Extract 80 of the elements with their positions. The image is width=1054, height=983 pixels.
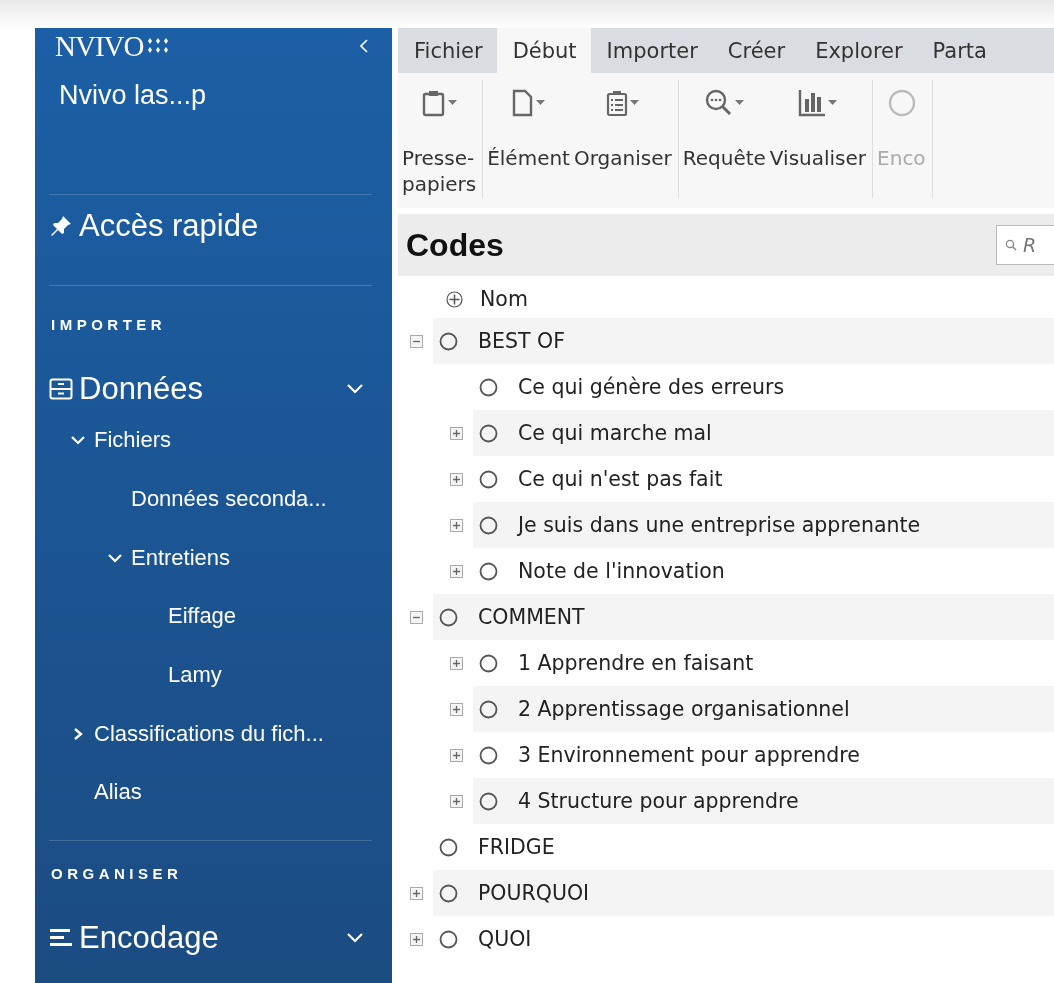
code-name[interactable]: Ce qui génère des erreurs — [518, 375, 785, 399]
nav-item[interactable]: Entretiens — [49, 528, 392, 588]
expand-icon[interactable] — [450, 426, 463, 440]
search-icon — [1005, 239, 1017, 251]
list-clipboard-icon — [606, 89, 629, 117]
code-circle-icon — [439, 929, 458, 949]
expand-icon[interactable] — [450, 748, 463, 762]
nav-item[interactable]: Fichiers — [49, 411, 392, 470]
ribbon-tab[interactable]: Début — [496, 28, 591, 73]
code-circle-icon — [439, 607, 458, 627]
expand-icon[interactable] — [410, 886, 423, 900]
ribbon-button[interactable]: Presse- papiers — [400, 80, 479, 198]
ribbon-tab[interactable]: Fichier — [398, 28, 497, 73]
code-circle-icon — [479, 469, 498, 489]
ribbon-button[interactable]: Élément — [485, 80, 572, 198]
drawer-icon — [49, 378, 73, 400]
caret-icon — [447, 100, 457, 106]
pin-icon — [49, 214, 73, 238]
nav-item[interactable]: Alias — [49, 763, 392, 822]
nav-item[interactable]: Classifications du fich... — [49, 704, 392, 764]
ribbon-tab[interactable]: Créer — [711, 28, 800, 73]
bar-chart-icon — [798, 89, 827, 117]
nav-section-button[interactable]: Données — [49, 367, 392, 411]
ribbon-button[interactable]: Requête — [680, 80, 768, 198]
code-name[interactable]: 1 Apprendre en faisant — [518, 651, 754, 675]
document-icon — [512, 89, 535, 117]
code-circle-icon — [479, 653, 498, 673]
search-field[interactable]: R — [996, 225, 1054, 265]
nav-item[interactable]: Lamy — [49, 645, 392, 705]
code-circle-icon — [479, 377, 498, 397]
caret-icon — [630, 100, 640, 106]
code-circle-icon — [479, 423, 498, 443]
code-circle-icon — [479, 561, 498, 581]
nav-item[interactable]: Données seconda... — [49, 469, 392, 529]
code-name[interactable]: 3 Environnement pour apprendre — [518, 743, 860, 767]
code-circle-icon — [439, 883, 458, 903]
nav-section-button[interactable]: Encodage — [49, 915, 392, 960]
clipboard-icon — [421, 89, 446, 117]
collapse-icon[interactable] — [410, 334, 423, 348]
ribbon-button[interactable]: Organiser — [571, 80, 674, 198]
code-name[interactable]: FRIDGE — [478, 835, 555, 859]
lines-icon — [49, 926, 73, 949]
panel-title: Codes — [406, 226, 504, 264]
code-name[interactable]: POURQUOI — [478, 881, 590, 905]
project-name: Nvivo las...p — [59, 80, 208, 112]
app-logo: NVIVO — [55, 31, 144, 61]
expand-icon[interactable] — [450, 702, 463, 716]
code-circle-icon — [439, 331, 458, 351]
expand-icon[interactable] — [450, 472, 463, 486]
section-heading: ORGANISER — [51, 864, 184, 882]
code-circle-icon — [479, 699, 498, 719]
expand-icon[interactable] — [410, 932, 423, 946]
collapse-icon[interactable] — [410, 610, 423, 624]
column-header[interactable]: Nom — [480, 287, 528, 311]
caret-icon — [734, 100, 744, 106]
section-heading: IMPORTER — [51, 316, 168, 333]
ribbon-tab[interactable]: Importer — [590, 28, 712, 73]
expand-icon[interactable] — [450, 794, 463, 808]
caret-icon — [536, 100, 546, 106]
ribbon-button[interactable]: Visualiser — [767, 80, 869, 198]
ribbon-tab[interactable]: Parta — [916, 28, 1001, 73]
expand-icon[interactable] — [450, 518, 463, 532]
code-name[interactable]: Ce qui marche mal — [518, 421, 712, 445]
code-name[interactable]: Note de l'innovation — [518, 559, 725, 583]
add-circle-icon[interactable] — [446, 290, 463, 308]
code-name[interactable]: Ce qui n'est pas fait — [518, 467, 723, 491]
code-circle-icon — [479, 745, 498, 765]
expand-icon[interactable] — [450, 564, 463, 578]
nav-item[interactable]: Eiffage — [49, 587, 392, 646]
quick-access-link[interactable]: Accès rapide — [49, 207, 392, 245]
search-icon — [704, 89, 733, 117]
ribbon-tab[interactable]: Explorer — [799, 28, 917, 73]
code-name[interactable]: BEST OF — [478, 329, 565, 353]
expand-icon[interactable] — [450, 656, 463, 670]
code-circle-icon — [479, 791, 498, 811]
code-circle-icon — [479, 515, 498, 535]
caret-icon — [828, 100, 838, 106]
code-circle-icon — [439, 837, 458, 857]
code-name[interactable]: COMMENT — [478, 605, 585, 629]
code-name[interactable]: QUOI — [478, 927, 532, 951]
